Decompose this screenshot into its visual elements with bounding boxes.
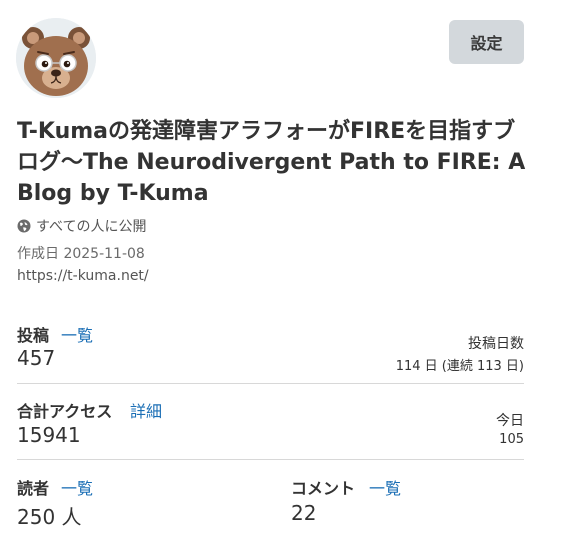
readers-count: 250 人 [17,505,82,529]
today-label: 今日 [496,413,524,429]
today-count: 105 [499,432,524,447]
globe-icon [17,219,31,233]
readers-list-link[interactable]: 一覧 [61,475,93,499]
avatar[interactable] [16,18,96,98]
total-access-label: 合計アクセス [17,402,113,421]
posts-count: 457 [17,346,56,370]
settings-button[interactable]: 設定 [449,20,524,64]
divider [17,459,524,460]
comments-label: コメント [291,479,356,498]
visibility-label: すべての人に公開 [36,219,147,235]
readers-label: 読者 [17,479,50,498]
access-detail-link[interactable]: 詳細 [130,398,162,422]
posts-label: 投稿 [17,326,50,345]
divider [17,383,524,384]
posts-list-link[interactable]: 一覧 [61,322,93,346]
post-days-label: 投稿日数 [468,336,524,352]
blog-url-link[interactable]: https://t-kuma.net/ [17,268,149,284]
comments-list-link[interactable]: 一覧 [369,475,401,499]
bear-avatar-image [16,18,96,98]
post-days-value: 114 日 (連続 113 日) [395,359,524,374]
visibility-status: すべての人に公開 [17,216,146,236]
total-access-count: 15941 [17,423,81,447]
created-date: 作成日 2025-11-08 [17,246,145,262]
comments-count: 22 [291,501,317,525]
blog-title: T-Kumaの発達障害アラフォーがFIREを目指すブログ〜The Neurodi… [17,119,526,206]
